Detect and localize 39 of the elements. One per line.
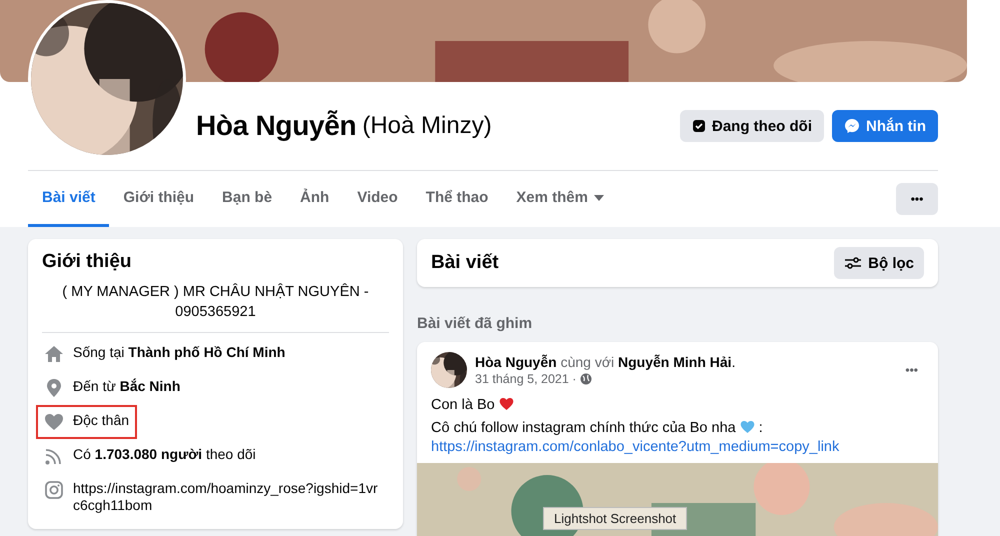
post-text: :: [758, 420, 763, 436]
more-button[interactable]: •••: [896, 183, 938, 215]
posts-title: Bài viết: [431, 252, 500, 274]
post-text: Cô chú follow instagram chính thức của Bo nha: [431, 420, 736, 436]
message-button[interactable]: Nhắn tin: [832, 110, 938, 142]
tab[interactable]: Bạn bè: [208, 171, 286, 227]
tab[interactable]: Xem thêm: [502, 171, 618, 227]
bio-text: ( MY MANAGER ) MR CHÂU NHẬT NGUYÊN - 0905365921: [42, 283, 389, 334]
profile-name: Hòa Nguyễn: [196, 110, 356, 142]
post-date: 31 tháng 5, 2021 ·: [475, 372, 576, 386]
intro-text: Đến từ Bắc Ninh: [73, 378, 180, 396]
tab[interactable]: Thể thao: [412, 171, 502, 227]
sliders-icon: [844, 256, 862, 270]
intro-title: Giới thiệu: [42, 251, 133, 273]
heart-icon: [740, 420, 755, 434]
tooltip: Lightshot Screenshot: [543, 507, 688, 530]
post-text: Con là Bo: [431, 397, 495, 413]
intro-text: Độc thân: [73, 412, 130, 430]
messenger-icon: [844, 118, 860, 134]
rss-icon: [44, 446, 64, 466]
post-menu-button[interactable]: •••: [899, 362, 924, 378]
alternate-name: (Hoà Minzy): [362, 112, 493, 140]
intro-text: https://instagram.com/hoaminzy_rose?igshid=1vrc6cgh11bom: [73, 480, 379, 514]
instagram-icon: [44, 480, 64, 500]
heart-icon: [498, 397, 514, 411]
tab[interactable]: Bài viết: [28, 171, 110, 227]
tab[interactable]: Video: [343, 171, 412, 227]
intro-text: Sống tại Thành phố Hồ Chí Minh: [73, 344, 286, 362]
tab[interactable]: Ảnh: [286, 171, 344, 227]
filter-button[interactable]: Bộ lọc: [834, 247, 924, 279]
location-pin-icon: [44, 378, 64, 398]
tab[interactable]: Giới thiệu: [109, 171, 208, 227]
house-icon: [44, 344, 64, 364]
post-link[interactable]: https://instagram.com/conlabo_vicente?utm_medium=copy_link: [431, 439, 840, 455]
post-author-line: Hòa Nguyễn cùng với Nguyễn Minh Hải.: [475, 354, 736, 370]
following-button[interactable]: Đang theo dõi: [680, 110, 824, 142]
intro-text: Có 1.703.080 người theo dõi: [73, 446, 256, 464]
heart-icon: [44, 412, 64, 432]
pinned-label: Bài viết đã ghim: [417, 315, 534, 332]
